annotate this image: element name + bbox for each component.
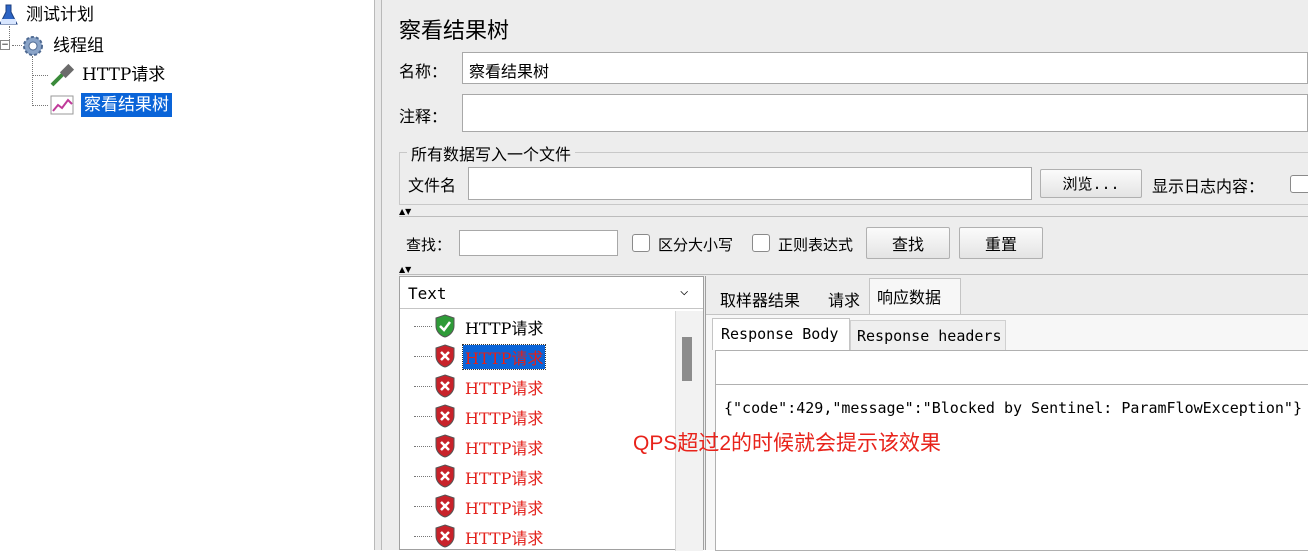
tree-item-test-plan[interactable]: 测试计划 xyxy=(0,2,94,28)
tree-item-label: 测试计划 xyxy=(26,5,94,25)
result-item-label: HTTP请求 xyxy=(465,529,544,548)
result-item[interactable]: HTTP请求 xyxy=(400,371,675,401)
case-sensitive-checkbox[interactable] xyxy=(632,234,650,252)
result-item-label: HTTP请求 xyxy=(465,439,544,458)
tree-connector xyxy=(414,446,432,447)
result-item-label: HTTP请求 xyxy=(465,469,544,488)
browse-button[interactable]: 浏览... xyxy=(1040,169,1142,198)
tab-response-data[interactable]: 响应数据 xyxy=(877,284,941,308)
tree-connector xyxy=(32,105,48,106)
success-shield-icon xyxy=(435,314,455,338)
log-errors-checkbox[interactable] xyxy=(1290,175,1308,193)
tree-connector xyxy=(414,506,432,507)
scrollbar-thumb[interactable] xyxy=(682,337,692,381)
result-item-label: HTTP请求 xyxy=(465,319,544,338)
regex-label: 正则表达式 xyxy=(778,236,854,254)
find-button[interactable]: 查找 xyxy=(866,227,950,259)
renderer-select-value: Text xyxy=(408,284,447,303)
name-field[interactable]: 察看结果树 xyxy=(462,52,1308,84)
tree-connector xyxy=(32,75,48,76)
tree-item-results-tree[interactable]: 察看结果树 xyxy=(48,92,172,118)
tab-response-headers[interactable]: Response headers xyxy=(857,327,1002,345)
chevron-down-icon: ⌵ xyxy=(680,283,689,299)
error-shield-icon xyxy=(435,434,455,458)
tree-item-label: 线程组 xyxy=(53,36,104,56)
thread-group-gear-icon xyxy=(23,36,43,56)
tree-item-label: 察看结果树 xyxy=(81,93,172,117)
error-shield-icon xyxy=(435,404,455,428)
collapse-arrows-icon[interactable]: ▲▼ xyxy=(399,266,411,274)
case-sensitive-label: 区分大小写 xyxy=(658,236,734,254)
renderer-select[interactable]: Text ⌵ xyxy=(400,277,703,309)
file-group-title: 所有数据写入一个文件 xyxy=(407,141,576,165)
result-item[interactable]: HTTP请求 xyxy=(400,491,675,521)
collapse-toggle-icon[interactable]: − xyxy=(0,40,10,50)
test-plan-flask-icon xyxy=(0,4,18,25)
comment-label: 注释： xyxy=(399,107,448,126)
tree-connector xyxy=(414,356,432,357)
error-shield-icon xyxy=(435,374,455,398)
tab-response-body[interactable]: Response Body xyxy=(721,325,838,343)
reset-button[interactable]: 重置 xyxy=(959,227,1043,259)
result-item-label: HTTP请求 xyxy=(461,344,547,370)
search-input[interactable] xyxy=(459,230,618,256)
tab-request[interactable]: 请求 xyxy=(828,287,860,311)
result-item-label: HTTP请求 xyxy=(465,409,544,428)
error-shield-icon xyxy=(435,494,455,518)
tree-item-http-request[interactable]: HTTP请求 xyxy=(48,62,165,88)
result-item[interactable]: HTTP请求 xyxy=(400,341,675,371)
error-shield-icon xyxy=(435,524,455,548)
search-label: 查找： xyxy=(406,236,452,254)
tab-sampler-result[interactable]: 取样器结果 xyxy=(720,287,800,311)
splitter-line xyxy=(399,216,1308,217)
collapse-arrows-icon[interactable]: ▲▼ xyxy=(399,208,411,216)
result-item[interactable]: HTTP请求 xyxy=(400,461,675,491)
response-body-text: {"code":429,"message":"Blocked by Sentin… xyxy=(724,399,1302,417)
result-item[interactable]: HTTP请求 xyxy=(400,521,675,551)
sampler-pipette-icon xyxy=(50,63,75,87)
tree-item-label: HTTP请求 xyxy=(82,65,166,85)
error-shield-icon xyxy=(435,344,455,368)
sample-results-list: Text ⌵ HTTP请求 HTTP请求 HTTP请求 HTTP请求 HTTP请求 HTT… xyxy=(399,276,704,551)
test-plan-tree: 测试计划 − 线程组 HTTP请求 察看结果树 xyxy=(0,0,374,550)
tree-connector xyxy=(414,476,432,477)
comment-field[interactable] xyxy=(462,94,1308,132)
tree-connector xyxy=(414,416,432,417)
result-item[interactable]: HTTP请求 xyxy=(400,311,675,341)
regex-checkbox[interactable] xyxy=(752,234,770,252)
name-field-value: 察看结果树 xyxy=(469,62,550,81)
tree-item-thread-group[interactable]: − 线程组 xyxy=(0,33,104,59)
tree-connector xyxy=(414,386,432,387)
page-title: 察看结果树 xyxy=(399,19,510,44)
filename-field[interactable] xyxy=(468,167,1032,200)
tree-connector xyxy=(414,326,432,327)
split-pane-divider[interactable] xyxy=(374,0,382,550)
result-details-pane: 取样器结果 请求 响应数据 Response Body Response hea… xyxy=(705,276,1308,551)
splitter-line xyxy=(399,274,1308,275)
tree-connector xyxy=(414,536,432,537)
results-tree-chart-icon xyxy=(50,95,74,115)
tree-connector xyxy=(32,56,33,106)
result-item-label: HTTP请求 xyxy=(465,499,544,518)
annotation-text: QPS超过2的时候就会提示该效果 xyxy=(633,432,942,455)
filename-label: 文件名 xyxy=(408,176,457,195)
result-item-label: HTTP请求 xyxy=(465,379,544,398)
log-content-label: 显示日志内容： xyxy=(1152,177,1265,196)
results-tree-panel: 察看结果树 名称： 察看结果树 注释： 所有数据写入一个文件 文件名 浏览...… xyxy=(382,0,1308,551)
error-shield-icon xyxy=(435,464,455,488)
name-label: 名称： xyxy=(399,62,448,81)
response-search-bar[interactable] xyxy=(716,351,1308,385)
